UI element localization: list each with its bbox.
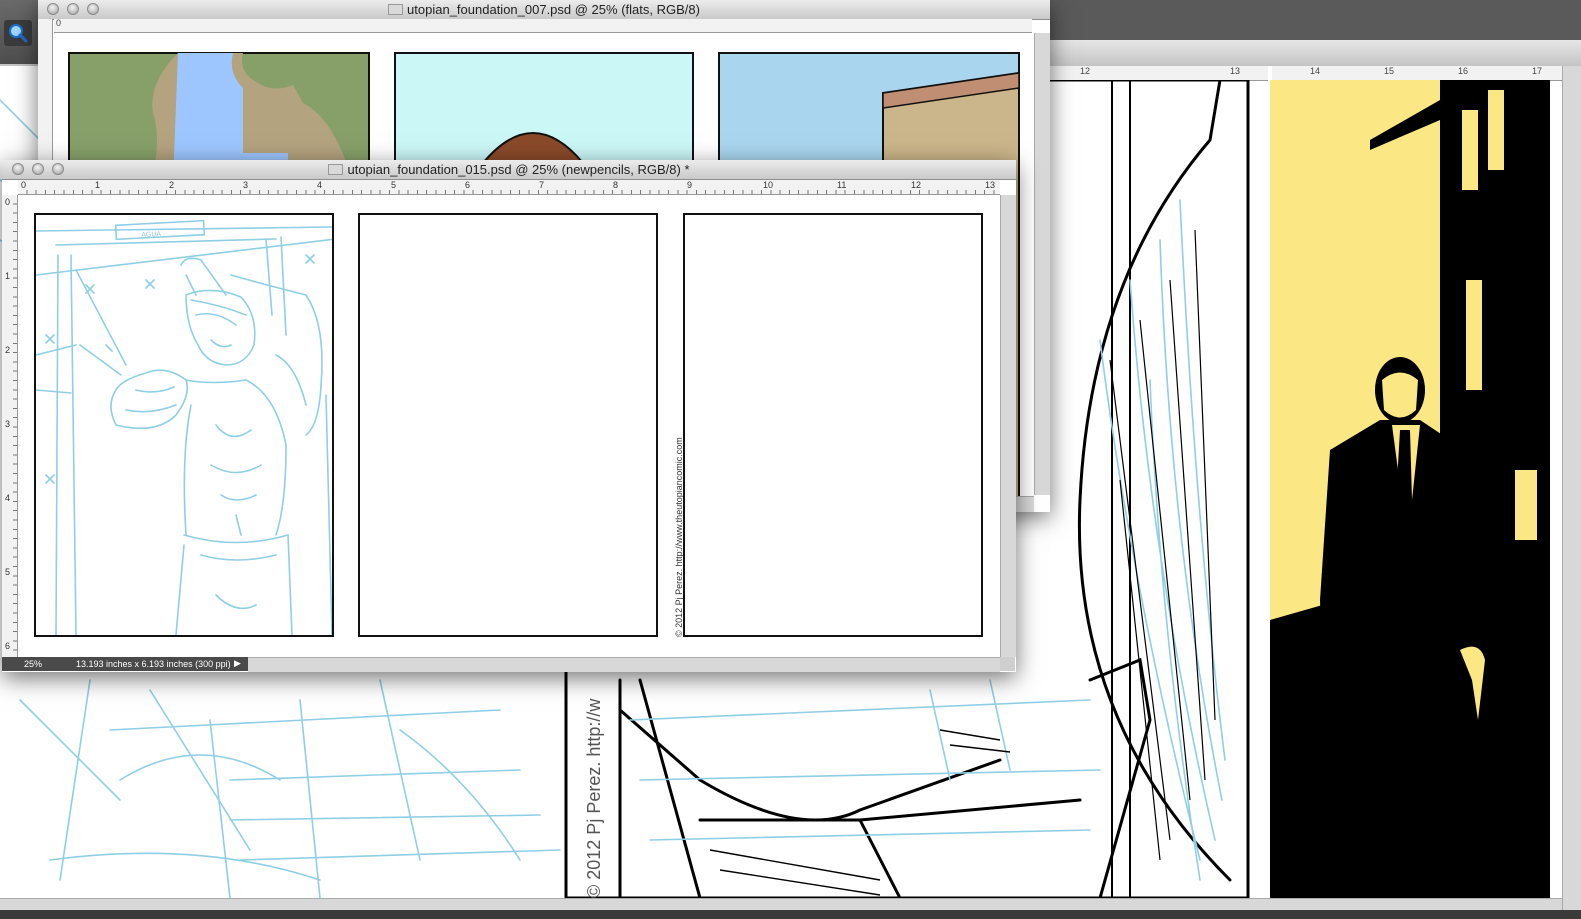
ruler-label: 2 [5,345,11,355]
back-center-ruler: 12 13 [1040,66,1268,81]
ruler-label: 3 [243,180,249,190]
ruler-label: 14 [1310,66,1321,76]
ruler-label: 0 [5,197,11,207]
ruler-label: 4 [5,493,11,503]
ruler-label: 16 [1458,66,1469,76]
status-menu-arrow-icon[interactable]: ▶ [234,658,241,669]
ruler-label: 2 [169,180,175,190]
dock-strip [0,910,1581,919]
ruler-label: 3 [5,419,11,429]
ruler-label: 0 [56,18,62,28]
ruler-label: 9 [687,180,693,190]
ruler-label: 1 [95,180,101,190]
ruler-label: 13 [1230,66,1241,76]
ruler-label: 6 [5,641,11,651]
flats-title-text: utopian_foundation_007.psd @ 25% (flats,… [407,2,700,17]
pencil-sketch-figure: AGUA [36,219,332,635]
pencils-status-bar: 25% 13.193 inches x 6.193 inches (300 pp… [2,657,1000,672]
pencils-horizontal-scrollbar[interactable] [248,657,1000,672]
flats-window-title: utopian_foundation_007.psd @ 25% (flats,… [38,2,1050,17]
sketch-label: AGUA [141,231,162,239]
pencils-panel-2 [358,213,658,637]
ruler-label: 6 [465,180,471,190]
pencils-document-window: utopian_foundation_015.psd @ 25% (newpen… [2,160,1016,672]
ruler-label: 13 [985,180,996,190]
pencils-window-title: utopian_foundation_015.psd @ 25% (newpen… [2,162,1016,177]
ruler-label: 5 [391,180,397,190]
pencils-ruler-top: 0 1 2 3 4 5 6 7 8 9 10 11 12 13 [18,180,1000,195]
document-icon [388,4,404,15]
document-icon [328,164,344,175]
background-copyright: © 2012 Pj Perez. http://w [584,698,604,898]
back-right-ruler: 14 15 16 17 [1272,66,1562,81]
tools-panel [0,0,38,64]
flats-vertical-scrollbar[interactable] [1034,33,1050,495]
pencils-canvas[interactable]: AGUA © 2012 Pj Perez. http://www.theutop… [18,195,1000,657]
pencils-ruler-left: 0 1 2 3 4 5 6 [2,195,18,657]
back-right-scrollbar[interactable] [1562,66,1581,919]
ruler-label: 17 [1532,66,1543,76]
ruler-label: 11 [837,180,847,190]
ruler-label: 12 [911,180,922,190]
ruler-label: 0 [21,180,27,190]
ruler-label: 15 [1384,66,1395,76]
pencils-panel-3 [683,213,983,637]
pencils-vertical-scrollbar[interactable] [1000,195,1016,657]
ruler-label: 10 [763,180,774,190]
document-info: 13.193 inches x 6.193 inches (300 ppi) [76,659,231,669]
ruler-label: 5 [5,567,11,577]
ruler-label: 1 [5,271,11,281]
pencils-title-text: utopian_foundation_015.psd @ 25% (newpen… [347,162,690,177]
pencils-panel-1: AGUA [34,213,334,637]
pencils-window-titlebar[interactable]: utopian_foundation_015.psd @ 25% (newpen… [2,160,1016,180]
flats-window-titlebar[interactable]: utopian_foundation_007.psd @ 25% (flats,… [38,0,1050,20]
magnifier-icon [9,24,28,43]
ruler-label: 7 [539,180,545,190]
resize-grip-icon[interactable] [1000,657,1015,671]
zoom-level[interactable]: 25% [24,659,42,669]
flats-ruler-top: 0 [54,18,1032,33]
zoom-tool-button[interactable] [4,20,32,46]
ruler-label: 12 [1080,66,1091,76]
ruler-label: 8 [613,180,619,190]
ruler-label: 4 [317,180,323,190]
